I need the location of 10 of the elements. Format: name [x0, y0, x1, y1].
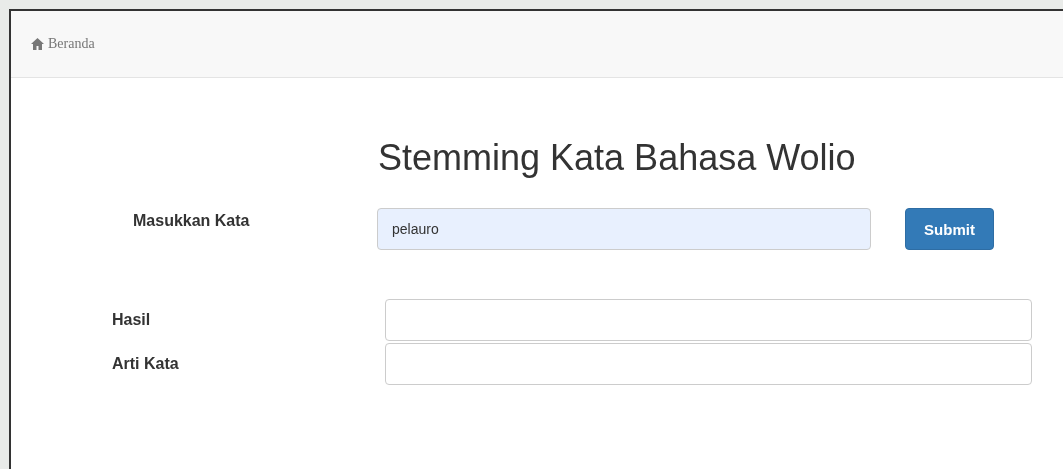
word-input[interactable]: pelauro [377, 208, 871, 250]
home-link[interactable]: Beranda [31, 36, 95, 52]
page-title: Stemming Kata Bahasa Wolio [378, 136, 857, 180]
field-label: Arti Kata [111, 355, 180, 373]
field-label: Masukkan Kata [132, 211, 251, 230]
field-label: Hasil [111, 311, 152, 329]
result-field[interactable] [385, 343, 1032, 385]
submit-button[interactable]: Submit [905, 208, 994, 250]
result-field[interactable] [385, 299, 1032, 341]
home-icon [31, 38, 44, 50]
